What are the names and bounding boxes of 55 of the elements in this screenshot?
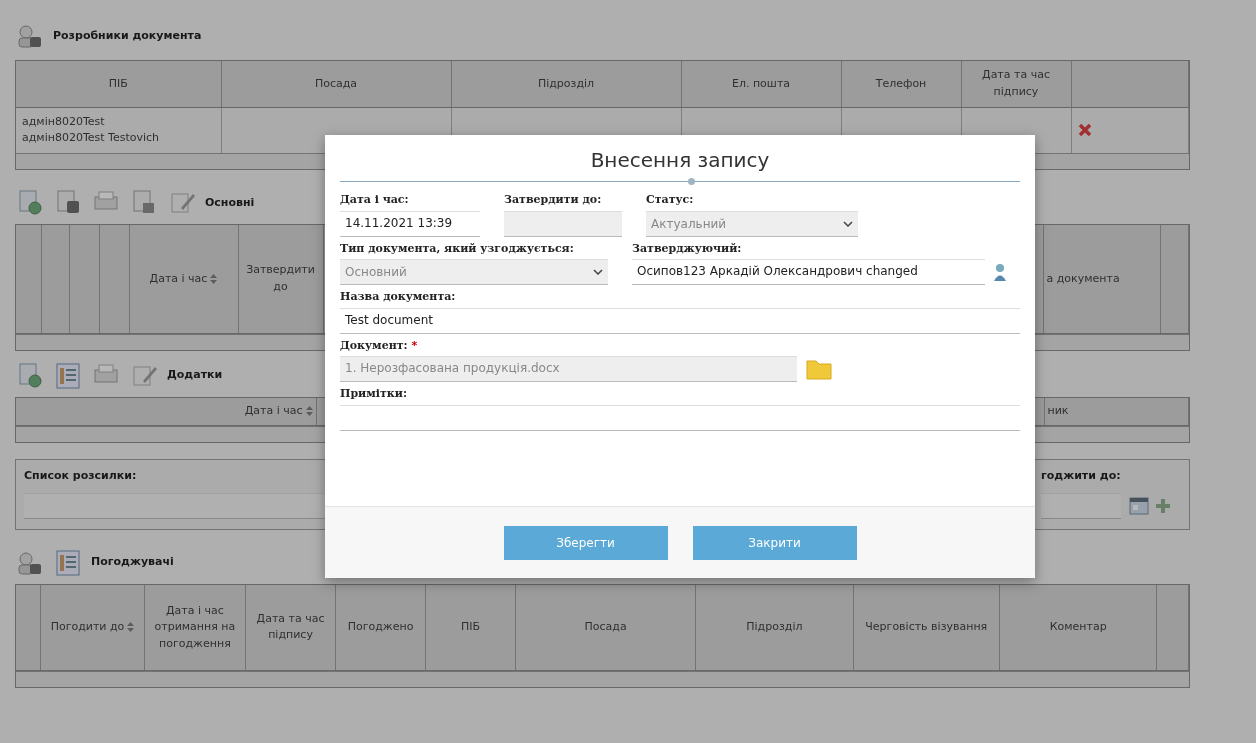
- field-label: Список розсилки:: [24, 468, 138, 484]
- column-header: ник: [1047, 404, 1069, 417]
- column-header: ПІБ: [461, 620, 481, 633]
- add-icon[interactable]: [1155, 497, 1171, 514]
- column-header[interactable]: Дата і час: [149, 271, 208, 285]
- date-field[interactable]: 14.11.2021 13:39: [340, 210, 480, 237]
- scrollbar[interactable]: [16, 671, 1189, 687]
- list-icon[interactable]: [53, 360, 83, 391]
- column-header: Черговість візування: [865, 620, 988, 633]
- column-header: ПІБ: [108, 76, 128, 90]
- column-header[interactable]: Дата і час: [244, 404, 303, 417]
- sort-icon[interactable]: [127, 622, 135, 632]
- person-name: адмін8020Test Testovich: [22, 130, 161, 146]
- column-header: Підрозділ: [746, 620, 803, 633]
- field-label: Тип документа, який узгоджується:: [340, 240, 575, 257]
- dot-icon: [688, 178, 695, 185]
- sort-icon[interactable]: [210, 273, 218, 284]
- column-header: Погоджено: [347, 620, 414, 633]
- section-title: Основні: [205, 194, 255, 211]
- sort-icon[interactable]: [305, 406, 313, 416]
- date-field[interactable]: [1041, 492, 1121, 519]
- column-header: Підрозділ: [537, 76, 595, 90]
- field-label: Затвердити до:: [504, 192, 603, 208]
- person-icon[interactable]: [993, 262, 1007, 282]
- approver-field[interactable]: Осипов123 Аркадій Олександрович changed: [632, 259, 985, 285]
- list-icon[interactable]: [53, 547, 83, 578]
- column-header: Дата та час підпису: [256, 611, 325, 642]
- column-header: Дата та час підпису: [982, 68, 1050, 98]
- column-header: Посада: [314, 76, 358, 90]
- document-name-field[interactable]: Test document: [340, 307, 1020, 334]
- field-label: Документ:: [340, 337, 408, 354]
- field-label: Дата і час:: [340, 192, 410, 208]
- save-button[interactable]: Зберегти: [503, 525, 668, 560]
- column-header[interactable]: Погодити до: [50, 620, 125, 633]
- person-name: адмін8020Test: [22, 113, 106, 130]
- dialog-title: Внесення запису: [590, 147, 770, 174]
- close-button[interactable]: Закрити: [692, 525, 857, 560]
- field-label: Статус:: [646, 192, 695, 208]
- delete-icon[interactable]: [1077, 123, 1092, 137]
- calendar-icon[interactable]: [1129, 495, 1149, 516]
- column-header: Телефон: [875, 76, 927, 90]
- column-header: Дата і час отримання на погодження: [154, 603, 236, 650]
- required-mark: *: [411, 337, 418, 354]
- column-header: Посада: [584, 620, 627, 633]
- column-header: Ел. пошта: [731, 76, 791, 90]
- column-header: а документа: [1046, 271, 1120, 285]
- field-label: годжити до:: [1041, 468, 1122, 484]
- field-label: Назва документа:: [340, 289, 457, 305]
- field-label: Затверджуючий:: [632, 240, 743, 257]
- section-title: Додатки: [167, 367, 223, 384]
- column-header: Затвердити до: [246, 263, 315, 293]
- field-label: Примітки:: [340, 386, 408, 402]
- section-title: Погоджувачі: [91, 554, 174, 571]
- column-header: Коментар: [1049, 620, 1107, 633]
- section-title: Розробники документа: [53, 27, 202, 44]
